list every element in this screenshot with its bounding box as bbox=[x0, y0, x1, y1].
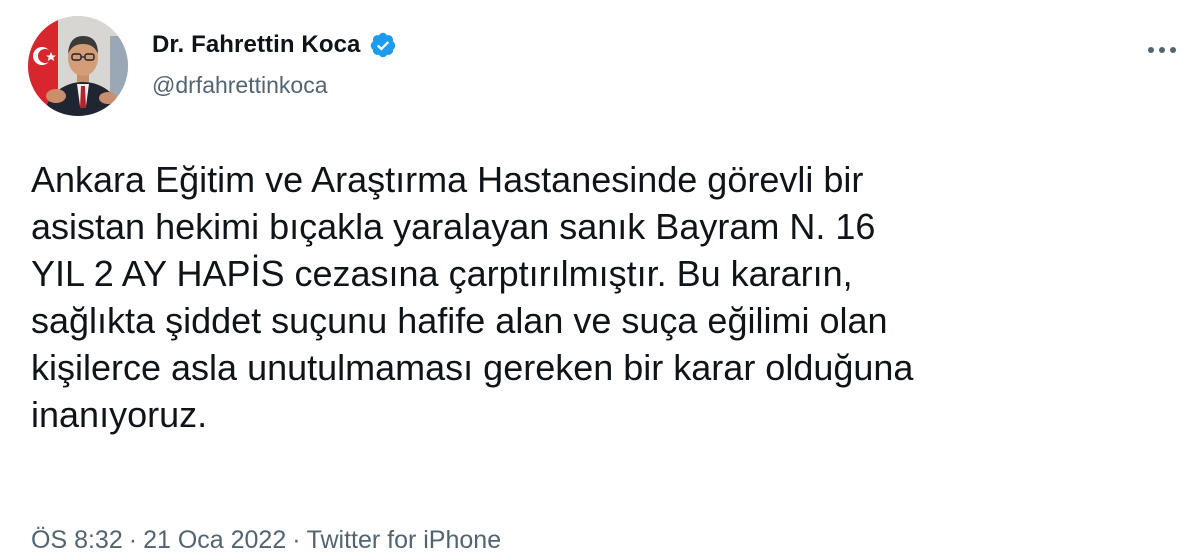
author-block: Dr. Fahrettin Koca @drfahrettinkoca bbox=[152, 30, 397, 99]
tweet-card: Dr. Fahrettin Koca @drfahrettinkoca Anka… bbox=[0, 0, 1200, 560]
more-horizontal-icon bbox=[1148, 47, 1176, 53]
verified-badge-icon bbox=[369, 31, 397, 59]
tweet-text: Ankara Eğitim ve Araştırma Hastanesinde … bbox=[31, 159, 914, 435]
tweet-metadata: ÖS 8:32 · 21 Oca 2022 · Twitter for iPho… bbox=[31, 526, 501, 555]
tweet-date[interactable]: 21 Oca 2022 bbox=[143, 526, 286, 555]
meta-separator: · bbox=[128, 526, 138, 554]
author-name-row: Dr. Fahrettin Koca bbox=[152, 30, 397, 60]
author-avatar[interactable] bbox=[28, 16, 128, 116]
tweet-time[interactable]: ÖS 8:32 bbox=[31, 526, 123, 555]
author-display-name[interactable]: Dr. Fahrettin Koca bbox=[152, 31, 361, 59]
author-handle[interactable]: @drfahrettinkoca bbox=[152, 72, 397, 99]
meta-separator: · bbox=[292, 526, 301, 554]
profile-photo-icon bbox=[28, 16, 128, 116]
tweet-source[interactable]: Twitter for iPhone bbox=[307, 526, 502, 555]
more-options-button[interactable] bbox=[1142, 38, 1182, 62]
